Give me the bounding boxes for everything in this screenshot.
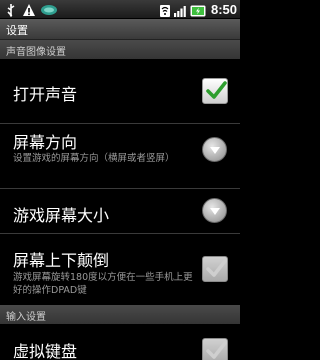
section-header-sound-display: 声音图像设置: [0, 40, 240, 59]
orientation-dropdown-button[interactable]: [202, 137, 227, 162]
virtual-keyboard-checkbox[interactable]: [202, 338, 228, 360]
pref-title: 屏幕方向: [13, 133, 78, 152]
check-icon: [206, 259, 227, 277]
check-icon: [206, 81, 227, 99]
pref-title: 虚拟键盘: [13, 342, 78, 360]
title-bar: 设置: [0, 19, 240, 40]
pref-flip-screen[interactable]: 屏幕上下颠倒 游戏屏幕旋转180度以方便在一些手机上更好的操作DPAD键: [0, 234, 240, 305]
section-header-label: 输入设置: [6, 312, 46, 323]
page-title: 设置: [6, 24, 28, 37]
pref-screen-orientation[interactable]: 屏幕方向 设置游戏的屏幕方向（横屏或者竖屏）: [0, 124, 240, 188]
warning-icon: [22, 2, 36, 16]
sound-checkbox[interactable]: [202, 78, 228, 104]
chevron-down-icon: [210, 147, 220, 154]
pref-summary: 游戏屏幕旋转180度以方便在一些手机上更好的操作DPAD键: [13, 272, 193, 296]
pref-game-screen-size[interactable]: 游戏屏幕大小: [0, 189, 240, 233]
section-header-label: 声音图像设置: [6, 47, 66, 58]
chevron-down-icon: [210, 208, 220, 215]
clock: 8:50: [210, 2, 237, 17]
flip-screen-checkbox[interactable]: [202, 256, 228, 282]
pref-title: 屏幕上下颠倒: [13, 251, 110, 270]
pref-virtual-keyboard[interactable]: 虚拟键盘: [0, 324, 240, 360]
pref-summary: 设置游戏的屏幕方向（横屏或者竖屏）: [13, 153, 175, 164]
check-icon: [206, 341, 227, 359]
pref-title: 游戏屏幕大小: [13, 206, 110, 225]
usb-icon: [4, 2, 18, 17]
wifi-icon: [159, 3, 170, 17]
sd-card-icon: [40, 2, 58, 16]
pref-title: 打开声音: [13, 85, 78, 104]
pref-sound[interactable]: 打开声音: [0, 59, 240, 123]
signal-icon: [173, 3, 187, 17]
section-header-input: 输入设置: [0, 305, 240, 324]
status-bar: 8:50: [0, 0, 240, 19]
screen-size-dropdown-button[interactable]: [202, 198, 227, 223]
battery-charging-icon: [190, 3, 206, 17]
